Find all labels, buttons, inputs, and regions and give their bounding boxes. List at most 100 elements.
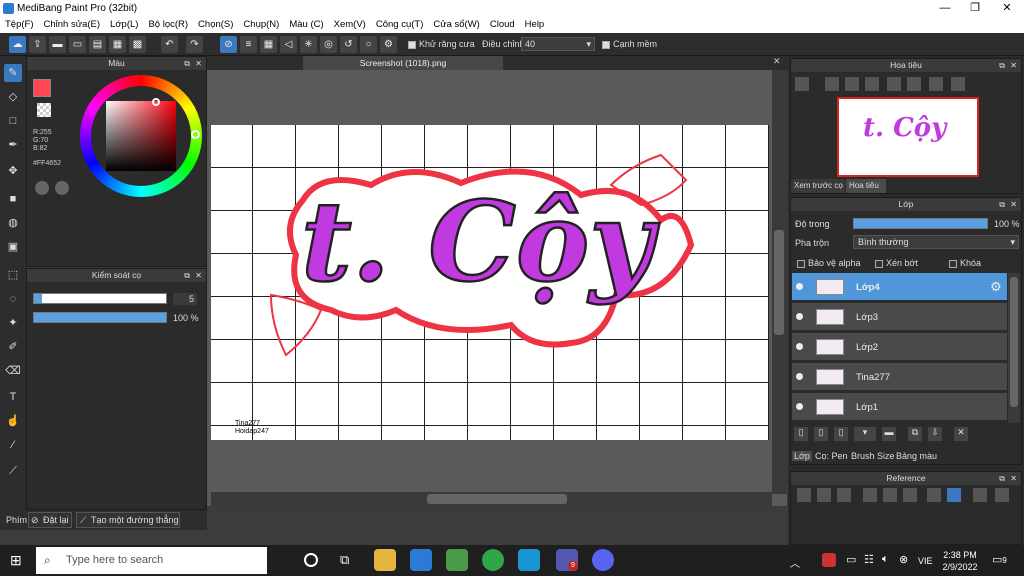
share-icon[interactable]: ⇪: [29, 36, 46, 53]
operation-tool-icon[interactable]: ☝: [4, 412, 22, 430]
new-8bit-layer-icon[interactable]: ▯: [814, 427, 828, 441]
primary-color-swatch[interactable]: [33, 79, 51, 97]
fullscreen-icon[interactable]: [995, 488, 1009, 502]
teams-icon[interactable]: 9: [556, 549, 578, 571]
rotate-icon[interactable]: [973, 488, 987, 502]
reset-rotation-icon[interactable]: [907, 77, 921, 91]
page-icon[interactable]: ▤: [89, 36, 106, 53]
undock-icon[interactable]: ⧉: [184, 57, 190, 70]
zoom-out-icon[interactable]: [865, 77, 879, 91]
secondary-color-swatch[interactable]: [37, 103, 51, 117]
tab-brush-preview[interactable]: Xem trước cọ: [791, 179, 845, 193]
brush-size-value[interactable]: 5: [173, 293, 197, 305]
menu-color[interactable]: Màu (C): [284, 17, 328, 33]
soft-edge-option[interactable]: Cạnh mềm: [602, 39, 657, 49]
visibility-icon[interactable]: [796, 373, 803, 380]
lock-checkbox[interactable]: [949, 259, 957, 268]
straight-line-button[interactable]: ⟋ Tạo một đường thẳng: [76, 512, 180, 528]
zoom-in-icon[interactable]: [825, 77, 839, 91]
layer-row[interactable]: Lớp1: [792, 393, 1007, 421]
menu-file[interactable]: Tệp(F): [0, 17, 39, 33]
palette-icon[interactable]: [35, 181, 49, 195]
redo-icon[interactable]: ↷: [186, 36, 203, 53]
hand-icon[interactable]: [947, 488, 961, 502]
move-tool-icon[interactable]: ✥: [4, 162, 22, 180]
game-icon[interactable]: [446, 549, 468, 571]
close-icon[interactable]: ✕: [195, 57, 202, 70]
menu-layer[interactable]: Lớp(L): [105, 17, 143, 33]
eyedropper-icon[interactable]: [927, 488, 941, 502]
file-explorer-icon[interactable]: [374, 549, 396, 571]
fit-icon[interactable]: [883, 488, 897, 502]
new-1bit-layer-icon[interactable]: ▯: [834, 427, 848, 441]
discord-icon[interactable]: [592, 549, 614, 571]
menu-help[interactable]: Help: [520, 17, 550, 33]
curve-snap-icon[interactable]: ↺: [340, 36, 357, 53]
drawing-canvas[interactable]: t. Cộy Tina277 Hoidap247: [211, 125, 769, 440]
duplicate-icon[interactable]: ⧉: [908, 427, 922, 441]
close-icon[interactable]: ✕: [1010, 59, 1017, 72]
navigator-preview[interactable]: t. Cộy: [837, 97, 979, 177]
parallel-snap-icon[interactable]: ≡: [240, 36, 257, 53]
bucket-tool-icon[interactable]: ◍: [4, 214, 22, 232]
tab-brush[interactable]: Cọ: Pen: [815, 451, 848, 461]
network-icon[interactable]: ☷: [864, 553, 874, 566]
security-icon[interactable]: ⊗: [899, 553, 908, 566]
visibility-icon[interactable]: [796, 403, 803, 410]
fill-shape-icon[interactable]: ■: [4, 190, 22, 208]
tray-app-icon[interactable]: ▭: [846, 553, 856, 566]
lasso-tool-icon[interactable]: ◌: [4, 290, 22, 308]
search-box[interactable]: ⌕ Type here to search: [36, 547, 267, 574]
skype-icon[interactable]: [518, 549, 540, 571]
antialias-option[interactable]: Khử răng cưa: [408, 39, 475, 49]
flip-icon[interactable]: [951, 77, 965, 91]
rotate-right-icon[interactable]: [929, 77, 943, 91]
concentric-snap-icon[interactable]: ◎: [320, 36, 337, 53]
windows-start-icon[interactable]: ⊞: [10, 552, 26, 568]
brush-size-slider[interactable]: [33, 293, 167, 304]
tab-navigator[interactable]: Hoa tiêu: [846, 179, 886, 193]
horizontal-scrollbar[interactable]: [211, 492, 772, 506]
menu-edit[interactable]: Chỉnh sửa(E): [39, 17, 106, 33]
fit-icon[interactable]: [845, 77, 859, 91]
menu-snap[interactable]: Chụp(N): [238, 17, 284, 33]
close-icon[interactable]: ✕: [1010, 472, 1017, 485]
hue-handle[interactable]: [191, 130, 200, 139]
undock-icon[interactable]: ⧉: [999, 472, 1005, 485]
minimize-button[interactable]: —: [930, 0, 960, 17]
layer-row[interactable]: Lớp4 ⚙: [792, 273, 1007, 301]
select-tool-icon[interactable]: ⬚: [4, 266, 22, 284]
undock-icon[interactable]: ⧉: [999, 59, 1005, 72]
grid-page-icon[interactable]: ▦: [109, 36, 126, 53]
cloud-icon[interactable]: ☁: [9, 36, 26, 53]
eyedropper-tool-icon[interactable]: ⁄: [4, 436, 22, 454]
zoom-out-icon[interactable]: [903, 488, 917, 502]
comment-icon[interactable]: ▬: [49, 36, 66, 53]
visibility-icon[interactable]: [796, 283, 803, 290]
tab-close-icon[interactable]: ✕: [773, 56, 781, 67]
layer-row[interactable]: Lớp2: [792, 333, 1007, 361]
undock-icon[interactable]: ⧉: [999, 198, 1005, 211]
protect-alpha-option[interactable]: Bảo vệ alpha: [797, 258, 861, 268]
color-picker-handle[interactable]: [152, 98, 160, 106]
vertical-scroll-thumb[interactable]: [774, 230, 784, 335]
document-tab[interactable]: Screenshot (1018).png: [303, 56, 503, 70]
layer-row[interactable]: Tina277: [792, 363, 1007, 391]
close-button[interactable]: ✕: [992, 0, 1022, 17]
close-icon[interactable]: ✕: [1010, 198, 1017, 211]
layer-scroll-thumb[interactable]: [1010, 277, 1018, 407]
browser-icon[interactable]: [482, 549, 504, 571]
rotate-left-icon[interactable]: [887, 77, 901, 91]
maximize-button[interactable]: ❐: [960, 0, 990, 17]
tile-icon[interactable]: ▩: [129, 36, 146, 53]
layer-row[interactable]: Lớp3: [792, 303, 1007, 331]
saturation-box[interactable]: [106, 101, 176, 171]
merge-icon[interactable]: ⇩: [928, 427, 942, 441]
adjust-select[interactable]: 40 ▾: [521, 37, 595, 51]
perspective-snap-icon[interactable]: ◁: [280, 36, 297, 53]
medibang-icon[interactable]: [410, 549, 432, 571]
new-file-icon[interactable]: ▭: [69, 36, 86, 53]
add-layer-menu-icon[interactable]: ▾: [854, 427, 876, 441]
antialias-checkbox[interactable]: [408, 40, 416, 49]
tray-app-icon[interactable]: [822, 553, 836, 567]
